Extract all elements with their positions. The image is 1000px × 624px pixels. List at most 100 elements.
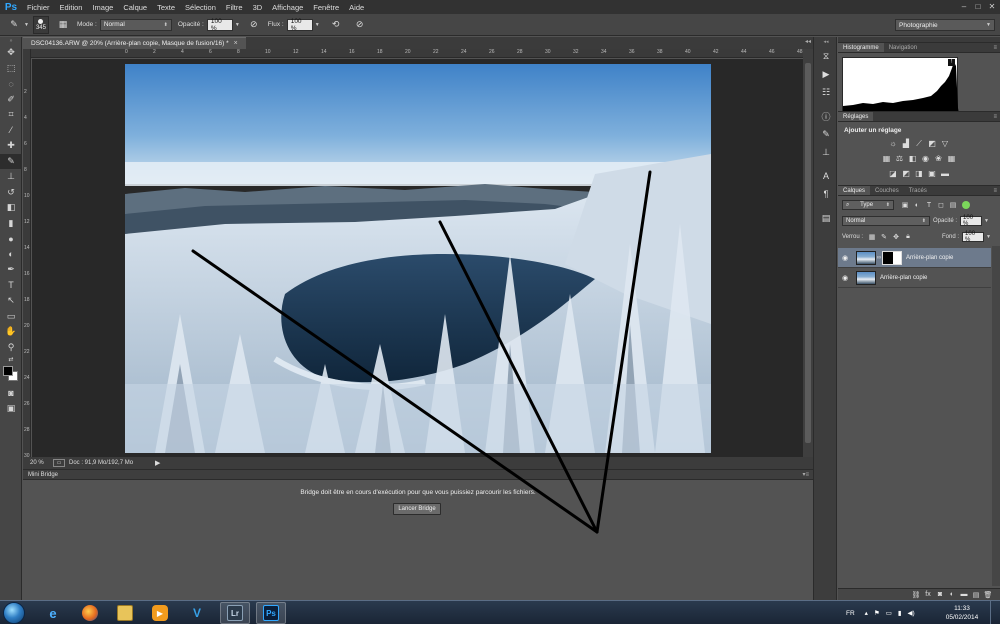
- menu-calque[interactable]: Calque: [118, 3, 152, 12]
- color-swatches[interactable]: [0, 363, 22, 385]
- strip-collapse-icon[interactable]: ◂◂: [814, 37, 838, 47]
- start-button[interactable]: [3, 602, 25, 624]
- dodge-tool-icon[interactable]: ◐: [0, 247, 22, 263]
- opacity-input[interactable]: 100 %: [206, 18, 233, 32]
- lock-transparency-icon[interactable]: ▦: [867, 232, 877, 242]
- paragraph-panel-icon[interactable]: ¶: [814, 185, 838, 203]
- vibrance-icon[interactable]: ▽: [941, 139, 950, 148]
- delete-layer-icon[interactable]: 🗑︎: [982, 591, 994, 599]
- tab-adjustments[interactable]: Réglages: [838, 112, 874, 121]
- tab-paths[interactable]: Tracés: [904, 186, 932, 195]
- brush-tool-preset-icon[interactable]: ✎: [6, 17, 22, 33]
- brush-panel-icon[interactable]: ✎: [814, 125, 838, 143]
- filter-type-icon[interactable]: T: [924, 200, 934, 210]
- pressure-size-icon[interactable]: ⊘: [352, 17, 368, 33]
- selective-color-icon[interactable]: ▣: [928, 169, 937, 178]
- tab-histogram[interactable]: Histogramme: [838, 43, 884, 52]
- zoom-tool-icon[interactable]: ⚲: [0, 340, 22, 356]
- filter-shape-icon[interactable]: ◻: [936, 200, 946, 210]
- marquee-tool-icon[interactable]: ⬚: [0, 61, 22, 77]
- photo-filter-icon[interactable]: ◉: [921, 154, 930, 163]
- hand-tool-icon[interactable]: ✋: [0, 324, 22, 340]
- posterize-icon[interactable]: ◩: [902, 169, 911, 178]
- document-image[interactable]: [125, 64, 711, 453]
- flow-slider-toggle[interactable]: ▼: [315, 22, 320, 28]
- close-document-icon[interactable]: ×: [234, 40, 238, 47]
- chevron-down-icon[interactable]: ▼: [24, 22, 29, 28]
- new-layer-icon[interactable]: ▤: [970, 591, 982, 599]
- layer-filter-select[interactable]: ⌕ Type ⬍: [842, 200, 894, 210]
- layer-name[interactable]: Arrière-plan copie: [880, 275, 927, 281]
- tab-navigation[interactable]: Navigation: [884, 43, 922, 52]
- quick-select-tool-icon[interactable]: ✐: [0, 92, 22, 108]
- black-white-icon[interactable]: ◧: [908, 154, 917, 163]
- channel-mixer-icon[interactable]: ❀: [934, 154, 943, 163]
- document-tab[interactable]: DSC04136.ARW @ 20% (Arrière-plan copie, …: [23, 37, 246, 49]
- preview-icon[interactable]: ▭: [53, 459, 65, 467]
- show-desktop-button[interactable]: [990, 601, 1000, 624]
- doc-info[interactable]: Doc : 91,9 Mo/192,7 Mo: [69, 460, 133, 466]
- screen-mode-icon[interactable]: ▣: [0, 401, 22, 417]
- workspace-select[interactable]: Photographie ▼: [895, 19, 995, 31]
- layer-row[interactable]: ◉ ∞ Arrière-plan copie: [838, 248, 991, 268]
- airbrush-icon[interactable]: ⟲: [328, 17, 344, 33]
- color-balance-icon[interactable]: ⚖: [895, 154, 904, 163]
- taskbar-app-v[interactable]: V: [182, 602, 212, 624]
- lasso-tool-icon[interactable]: ◌: [0, 76, 22, 92]
- gradient-map-icon[interactable]: ▬: [941, 169, 950, 178]
- eraser-tool-icon[interactable]: ◧: [0, 200, 22, 216]
- launch-bridge-button[interactable]: Lancer Bridge: [393, 503, 441, 515]
- quick-mask-icon[interactable]: ◙: [0, 385, 22, 401]
- swap-colors-icon[interactable]: ⇄: [0, 355, 22, 363]
- layer-name[interactable]: Arrière-plan copie: [906, 255, 953, 261]
- new-adjustment-icon[interactable]: ◐: [946, 591, 958, 598]
- minimize-button[interactable]: –: [958, 1, 970, 12]
- menu-filtre[interactable]: Filtre: [221, 3, 248, 12]
- volume-icon[interactable]: ◀): [908, 609, 915, 617]
- hue-saturation-icon[interactable]: ▦: [882, 154, 891, 163]
- filter-smart-icon[interactable]: ▤: [948, 200, 958, 210]
- lock-all-icon[interactable]: 🔒︎: [903, 232, 913, 242]
- filter-toggle[interactable]: [962, 201, 970, 209]
- actions-panel-icon[interactable]: ▶: [814, 65, 838, 83]
- panel-menu-icon[interactable]: ≡: [993, 43, 997, 52]
- zoom-level[interactable]: 20 %: [23, 460, 53, 466]
- menu-affichage[interactable]: Affichage: [267, 3, 308, 12]
- flow-input[interactable]: 100 %: [286, 18, 313, 32]
- threshold-icon[interactable]: ◨: [915, 169, 924, 178]
- scrollbar-thumb[interactable]: [805, 63, 811, 443]
- ruler-horizontal[interactable]: 0 2 4 6 8 10 12 14 16 18 20 22 24 26 28 30 32 34 36 38 40 42 4…: [31, 49, 803, 58]
- status-menu-icon[interactable]: ▶: [155, 459, 160, 467]
- character-panel-icon[interactable]: A: [814, 167, 838, 185]
- menu-fenetre[interactable]: Fenêtre: [308, 3, 344, 12]
- photoshop-logo[interactable]: Ps: [0, 0, 22, 14]
- history-panel-icon[interactable]: ⧖: [814, 47, 838, 65]
- eyedropper-tool-icon[interactable]: ⁄: [0, 123, 22, 139]
- link-layers-icon[interactable]: ⛓: [910, 591, 922, 599]
- visibility-eye-icon[interactable]: ◉: [838, 274, 852, 282]
- exposure-icon[interactable]: ◩: [928, 139, 937, 148]
- maximize-button[interactable]: □: [972, 1, 984, 12]
- network-icon[interactable]: ▮: [898, 609, 902, 617]
- flag-icon[interactable]: ⚑: [874, 609, 880, 617]
- menu-edition[interactable]: Edition: [55, 3, 88, 12]
- layer-mask-thumbnail[interactable]: [882, 250, 902, 265]
- tools-collapse-icon[interactable]: »: [0, 37, 22, 45]
- taskbar-app-firefox[interactable]: [75, 602, 105, 624]
- taskbar-app-lightroom[interactable]: Lr: [220, 602, 250, 624]
- levels-icon[interactable]: ▟: [902, 139, 911, 148]
- panel-menu-icon[interactable]: ≡: [993, 186, 997, 195]
- menu-fichier[interactable]: Fichier: [22, 3, 55, 12]
- language-indicator[interactable]: FR: [846, 610, 855, 617]
- invert-icon[interactable]: ◪: [889, 169, 898, 178]
- layer-row[interactable]: ◉ Arrière-plan copie: [838, 268, 991, 288]
- document-scrollbar[interactable]: [803, 49, 813, 457]
- opacity-slider-toggle[interactable]: ▼: [235, 22, 240, 28]
- ruler-vertical[interactable]: 2 4 6 8 10 12 14 16 18 20 22 24 26 28 30: [23, 49, 31, 457]
- layer-style-icon[interactable]: fx: [922, 591, 934, 598]
- layer-thumbnail[interactable]: [856, 250, 876, 265]
- path-select-tool-icon[interactable]: ↖: [0, 293, 22, 309]
- info-panel-icon[interactable]: ⓘ: [814, 107, 838, 125]
- panel-menu-icon[interactable]: ≡: [993, 112, 997, 121]
- move-tool-icon[interactable]: ✥: [0, 45, 22, 61]
